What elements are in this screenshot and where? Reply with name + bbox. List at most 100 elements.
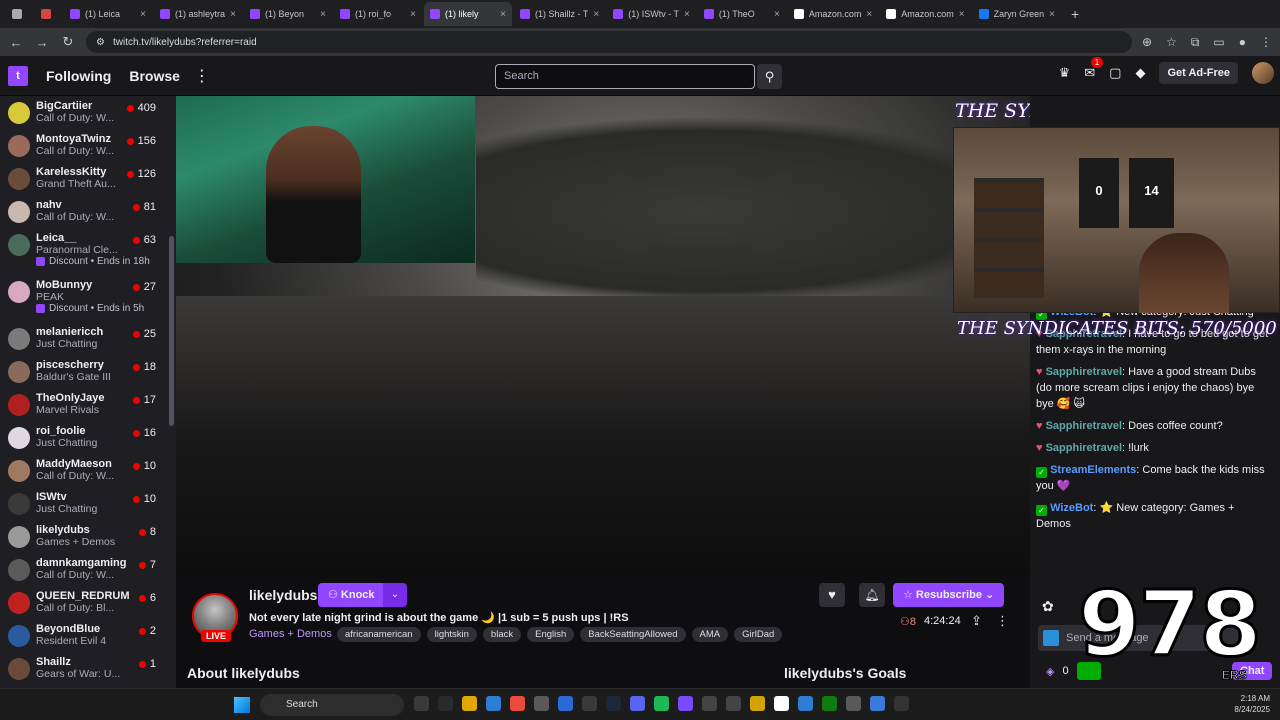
stream-tag[interactable]: AMA bbox=[691, 627, 729, 642]
chat-username[interactable]: WizeBot bbox=[1050, 502, 1093, 514]
forward-icon[interactable]: → bbox=[34, 35, 50, 50]
following-link[interactable]: Following bbox=[46, 68, 111, 84]
browser-menu-icon[interactable]: ⋮ bbox=[1260, 35, 1272, 50]
sidebar-channel-queen_redrum[interactable]: QUEEN_REDRUM Call of Duty: Bl... 6 bbox=[0, 586, 176, 619]
chat-gift-icon[interactable]: ✿ bbox=[1042, 598, 1054, 615]
tab-close-icon[interactable]: × bbox=[959, 9, 965, 20]
follow-heart-button[interactable]: ♥ bbox=[819, 583, 845, 607]
sidebar-channel-nahv[interactable]: nahv Call of Duty: W... 81 bbox=[0, 195, 176, 228]
share-icon[interactable]: ⇪ bbox=[971, 613, 982, 629]
windows-start-icon[interactable] bbox=[234, 697, 250, 713]
taskbar-app-icon[interactable] bbox=[654, 696, 669, 711]
tab-close-icon[interactable]: × bbox=[140, 9, 146, 20]
taskbar-app-icon[interactable] bbox=[750, 696, 765, 711]
taskbar-app-icon[interactable] bbox=[534, 696, 549, 711]
taskbar-app-icon[interactable] bbox=[630, 696, 645, 711]
knock-button[interactable]: ⚇ Knock bbox=[318, 583, 385, 607]
taskbar-app-icon[interactable] bbox=[606, 696, 621, 711]
taskbar-app-icon[interactable] bbox=[414, 696, 429, 711]
search-input[interactable]: Search bbox=[495, 64, 755, 89]
sidebar-channel-mobunnyy[interactable]: MoBunnyy PEAK Discount • Ends in 5h 27 bbox=[0, 275, 176, 322]
more-menu-icon[interactable]: ⋮ bbox=[194, 66, 210, 86]
site-info-icon[interactable]: ⚙ bbox=[96, 37, 105, 48]
sidebar-channel-iswtv[interactable]: ISWtv Just Chatting 10 bbox=[0, 487, 176, 520]
chat-username[interactable]: Sapphiretravel bbox=[1046, 420, 1122, 432]
verified-bot-badge-icon[interactable]: ✓ bbox=[1036, 467, 1047, 478]
browser-tab[interactable]: Amazon.com × bbox=[880, 2, 970, 26]
taskbar-app-icon[interactable] bbox=[822, 696, 837, 711]
tab-close-icon[interactable]: × bbox=[410, 9, 416, 20]
stream-tag[interactable]: black bbox=[482, 627, 522, 642]
resubscribe-button[interactable]: ☆ Resubscribe ⌄ bbox=[893, 583, 1005, 607]
stream-tag[interactable]: africanamerican bbox=[337, 627, 421, 642]
browser-tab[interactable]: (1) ISWtv - T × bbox=[607, 2, 696, 26]
sidebar-channel-shaillz[interactable]: Shaillz Gears of War: U... 1 bbox=[0, 652, 176, 685]
tab-close-icon[interactable]: × bbox=[866, 9, 872, 20]
browser-tab[interactable]: Zaryn Green × bbox=[973, 2, 1061, 26]
tab-close-icon[interactable]: × bbox=[774, 9, 780, 20]
stream-category-link[interactable]: Games + Demos bbox=[249, 628, 332, 640]
zoom-icon[interactable]: ⊕ bbox=[1142, 35, 1152, 50]
taskbar-app-icon[interactable] bbox=[486, 696, 501, 711]
prime-crown-icon[interactable]: ♛ bbox=[1059, 65, 1071, 81]
notifications-bell-button[interactable]: 🔔︎ bbox=[859, 583, 885, 607]
channel-name[interactable]: likelydubs bbox=[249, 587, 317, 603]
taskbar-clock[interactable]: 2:18 AM 8/24/2025 bbox=[1234, 693, 1270, 715]
tab-close-icon[interactable]: × bbox=[684, 9, 690, 20]
browser-tab[interactable] bbox=[35, 2, 62, 26]
chat-username[interactable]: StreamElements bbox=[1050, 464, 1136, 476]
sidebar-channel-damnkamgaming[interactable]: damnkamgaming Call of Duty: W... 7 bbox=[0, 553, 176, 586]
taskbar-search[interactable]: Search bbox=[260, 694, 404, 716]
tab-close-icon[interactable]: × bbox=[1049, 9, 1055, 20]
stream-tag[interactable]: lightskin bbox=[426, 627, 477, 642]
subscriber-heart-badge-icon[interactable]: ♥ bbox=[1036, 440, 1043, 456]
profile-icon[interactable]: ● bbox=[1239, 35, 1246, 50]
taskbar-app-icon[interactable] bbox=[726, 696, 741, 711]
new-tab-icon[interactable]: + bbox=[1063, 6, 1087, 22]
chat-emote-badge-icon[interactable] bbox=[1043, 630, 1059, 646]
chat-username[interactable]: Sapphiretravel bbox=[1046, 442, 1122, 454]
user-avatar[interactable] bbox=[1252, 62, 1274, 84]
sidebar-channel-theonlyjaye[interactable]: TheOnlyJaye Marvel Rivals 17 bbox=[0, 388, 176, 421]
get-ad-free-button[interactable]: Get Ad-Free bbox=[1159, 62, 1238, 84]
taskbar-app-icon[interactable] bbox=[846, 696, 861, 711]
taskbar-app-icon[interactable] bbox=[798, 696, 813, 711]
extensions-icon[interactable]: ⧉ bbox=[1191, 35, 1200, 50]
taskbar-app-icon[interactable] bbox=[510, 696, 525, 711]
browser-tab[interactable]: (1) Leica × bbox=[64, 2, 152, 26]
chat-username[interactable]: Sapphiretravel bbox=[1046, 366, 1122, 378]
reload-icon[interactable]: ↻ bbox=[60, 34, 76, 50]
browse-link[interactable]: Browse bbox=[129, 68, 180, 84]
verified-bot-badge-icon[interactable]: ✓ bbox=[1036, 505, 1047, 516]
sidebar-channel-melaniericch[interactable]: melaniericch Just Chatting 25 bbox=[0, 322, 176, 355]
browser-tab[interactable]: (1) Shaillz - T × bbox=[514, 2, 605, 26]
knock-dropdown-icon[interactable]: ⌄ bbox=[383, 583, 407, 607]
browser-tab[interactable]: (1) likely × bbox=[424, 2, 512, 26]
sidebar-channel-piscescherry[interactable]: piscescherry Baldur's Gate III 18 bbox=[0, 355, 176, 388]
taskbar-app-icon[interactable] bbox=[582, 696, 597, 711]
tab-close-icon[interactable]: × bbox=[230, 9, 236, 20]
stream-tag[interactable]: English bbox=[527, 627, 575, 642]
taskbar-app-icon[interactable] bbox=[894, 696, 909, 711]
subscriber-heart-badge-icon[interactable]: ♥ bbox=[1036, 364, 1043, 380]
stream-tag[interactable]: GirlDad bbox=[734, 627, 783, 642]
subscriber-heart-badge-icon[interactable]: ♥ bbox=[1036, 418, 1043, 434]
sidebar-channel-likelydubs[interactable]: likelydubs Games + Demos 8 bbox=[0, 520, 176, 553]
sidebar-channel-montoyatwinz[interactable]: MontoyaTwinz Call of Duty: W... 156 bbox=[0, 129, 176, 162]
channel-points-icon[interactable]: ◈ bbox=[1046, 665, 1054, 678]
sidebar-scrollbar[interactable] bbox=[169, 236, 174, 426]
taskbar-app-icon[interactable] bbox=[702, 696, 717, 711]
taskbar-app-icon[interactable] bbox=[558, 696, 573, 711]
browser-tab[interactable]: (1) roi_fo × bbox=[334, 2, 422, 26]
sidebar-channel-maddymaeson[interactable]: MaddyMaeson Call of Duty: W... 10 bbox=[0, 454, 176, 487]
taskbar-app-icon[interactable] bbox=[678, 696, 693, 711]
video-player[interactable] bbox=[176, 96, 1030, 576]
sidebar-channel-roi_foolie[interactable]: roi_foolie Just Chatting 16 bbox=[0, 421, 176, 454]
sidebar-channel-bigcartiier[interactable]: BigCartiier Call of Duty: W... 409 bbox=[0, 96, 176, 129]
back-icon[interactable]: ← bbox=[8, 35, 24, 50]
sidebar-channel-karelesskitty[interactable]: KarelessKitty Grand Theft Au... 126 bbox=[0, 162, 176, 195]
inbox-icon[interactable]: ✉ 1 bbox=[1084, 57, 1104, 81]
twitch-logo-icon[interactable]: t bbox=[8, 65, 28, 86]
browser-tab[interactable]: (1) TheO × bbox=[698, 2, 786, 26]
url-field[interactable]: ⚙ twitch.tv/likelydubs?referrer=raid bbox=[86, 31, 1132, 53]
